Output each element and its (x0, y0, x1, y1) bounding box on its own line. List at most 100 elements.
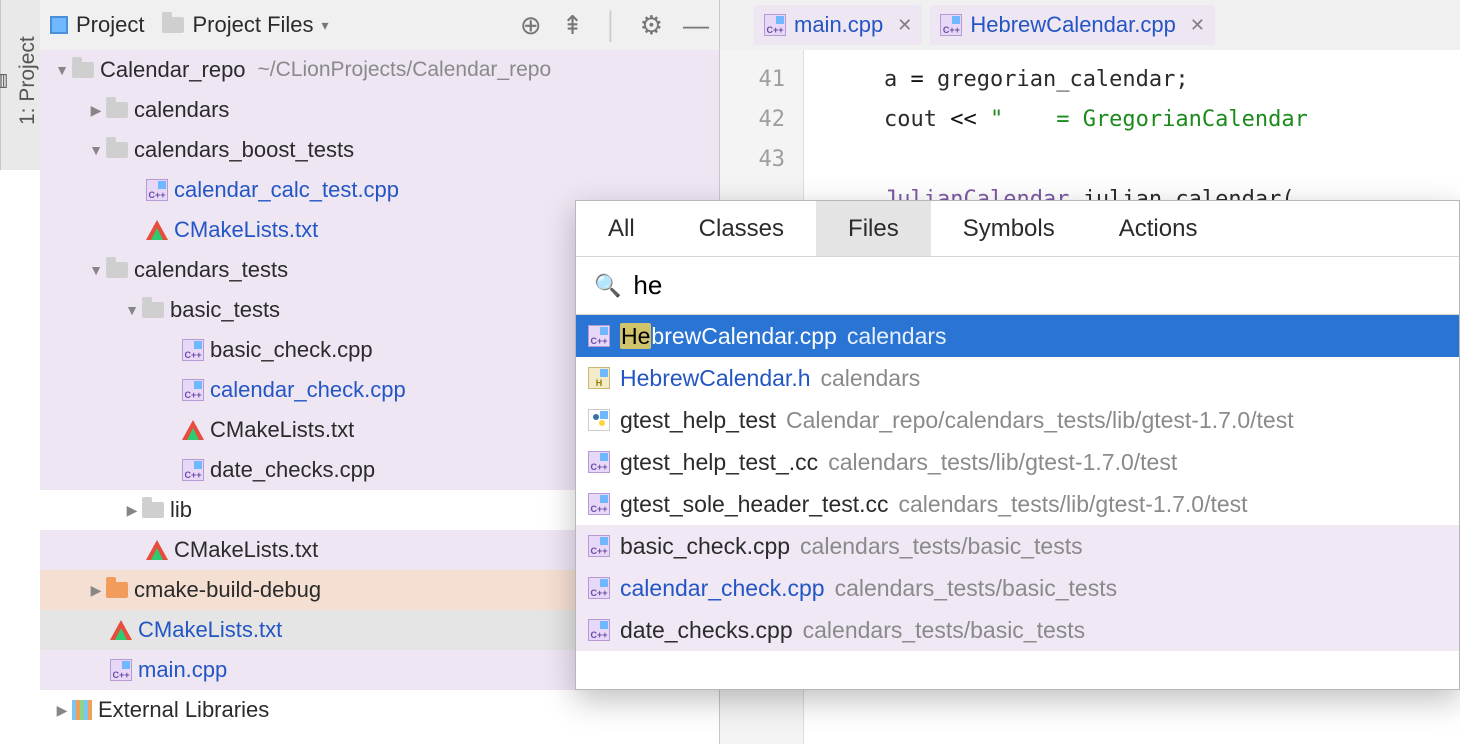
cpp-file-icon: C++ (588, 493, 610, 515)
tree-node-label: calendars_tests (134, 257, 288, 283)
search-result[interactable]: C++ date_checks.cpp calendars_tests/basi… (576, 609, 1459, 651)
result-location: calendars_tests/basic_tests (803, 617, 1086, 644)
folder-icon (106, 262, 128, 278)
code-area[interactable]: a = gregorian_calendar; cout << " = Greg… (804, 50, 1460, 220)
result-name: basic_check.cpp (620, 533, 790, 560)
search-result[interactable]: C++ gtest_help_test_.cc calendars_tests/… (576, 441, 1459, 483)
folder-icon (72, 62, 94, 78)
folder-icon (142, 302, 164, 318)
expand-arrow-icon[interactable]: ▼ (86, 142, 106, 158)
expand-arrow-icon[interactable]: ▶ (52, 702, 72, 719)
search-result[interactable]: gtest_help_test Calendar_repo/calendars_… (576, 399, 1459, 441)
cpp-file-icon: C++ (764, 14, 786, 36)
close-tab-icon[interactable]: ✕ (897, 15, 912, 36)
line-number: 42 (720, 100, 785, 140)
result-name: date_checks.cpp (620, 617, 793, 644)
result-location: calendars_tests/basic_tests (835, 575, 1118, 602)
tree-folder[interactable]: ▼ calendars_boost_tests (40, 130, 719, 170)
search-tab-symbols[interactable]: Symbols (931, 201, 1087, 256)
search-input[interactable] (633, 270, 1441, 301)
search-result[interactable]: C++ basic_check.cpp calendars_tests/basi… (576, 525, 1459, 567)
settings-gear-icon[interactable]: ⚙ (640, 10, 663, 41)
header-file-icon: H (588, 367, 610, 389)
search-field-row: 🔍 (576, 257, 1459, 315)
project-toolwindow-tab[interactable]: ▤ 1: Project (0, 0, 40, 170)
expand-arrow-icon[interactable]: ▼ (122, 302, 142, 318)
folder-icon (106, 142, 128, 158)
search-result[interactable]: H HebrewCalendar.h calendars (576, 357, 1459, 399)
cpp-file-icon: C++ (588, 325, 610, 347)
separator: │ (603, 10, 619, 41)
tree-node-label: cmake-build-debug (134, 577, 321, 603)
search-result[interactable]: C++ gtest_sole_header_test.cc calendars_… (576, 483, 1459, 525)
line-number: 41 (720, 60, 785, 100)
result-name: gtest_help_test_.cc (620, 449, 818, 476)
project-selector[interactable]: Project (50, 12, 144, 38)
expand-arrow-icon[interactable]: ▼ (86, 262, 106, 278)
tree-node-label: calendars (134, 97, 229, 123)
search-everywhere-popup: All Classes Files Symbols Actions 🔍 C++ … (575, 200, 1460, 690)
cpp-file-icon: C++ (182, 459, 204, 481)
project-glyph-icon: ▤ (0, 70, 10, 92)
close-tab-icon[interactable]: ✕ (1190, 15, 1205, 36)
tree-node-label: main.cpp (138, 657, 227, 683)
tree-node-label: CMakeLists.txt (174, 537, 318, 563)
cpp-file-icon: C++ (588, 451, 610, 473)
project-selector-label: Project (76, 12, 144, 38)
expand-arrow-icon[interactable]: ▶ (122, 502, 142, 519)
tree-root[interactable]: ▼ Calendar_repo ~/CLionProjects/Calendar… (40, 50, 719, 90)
project-tab-label: 1: Project (16, 37, 40, 126)
result-location: calendars (847, 323, 947, 350)
search-results: C++ HebrewCalendar.cpp calendars H Hebre… (576, 315, 1459, 689)
result-name: HebrewCalendar.h (620, 365, 811, 392)
tree-node-label: CMakeLists.txt (174, 217, 318, 243)
folder-icon (106, 102, 128, 118)
line-number: 43 (720, 140, 785, 180)
python-file-icon (588, 409, 610, 431)
expand-arrow-icon[interactable]: ▼ (52, 62, 72, 78)
collapse-all-icon[interactable]: ⇞ (562, 10, 584, 41)
result-location: calendars_tests/lib/gtest-1.7.0/test (828, 449, 1177, 476)
tree-node-label: calendar_calc_test.cpp (174, 177, 399, 203)
cpp-file-icon: C++ (940, 14, 962, 36)
locate-icon[interactable]: ⊕ (520, 10, 542, 41)
tree-node-label: basic_check.cpp (210, 337, 373, 363)
folder-excluded-icon (106, 582, 128, 598)
minimize-icon[interactable]: — (683, 10, 709, 41)
expand-arrow-icon[interactable]: ▶ (86, 582, 106, 599)
cpp-file-icon: C++ (110, 659, 132, 681)
tree-node-label: date_checks.cpp (210, 457, 375, 483)
search-tab-classes[interactable]: Classes (667, 201, 816, 256)
project-header: Project Project Files ▾ ⊕ ⇞ │ ⚙ — (40, 0, 720, 50)
result-name: calendar_check.cpp (620, 575, 825, 602)
cmake-file-icon (110, 620, 132, 640)
editor-tab[interactable]: C++ HebrewCalendar.cpp ✕ (930, 5, 1215, 45)
editor-tab-label: main.cpp (794, 12, 883, 38)
library-icon (72, 700, 92, 720)
search-result-selected[interactable]: C++ HebrewCalendar.cpp calendars (576, 315, 1459, 357)
cpp-file-icon: C++ (588, 577, 610, 599)
search-result[interactable]: C++ calendar_check.cpp calendars_tests/b… (576, 567, 1459, 609)
editor-tab[interactable]: C++ main.cpp ✕ (754, 5, 922, 45)
cpp-file-icon: C++ (588, 619, 610, 641)
tree-external-libs[interactable]: ▶ External Libraries (40, 690, 719, 730)
tree-node-label: lib (170, 497, 192, 523)
tree-node-label: External Libraries (98, 697, 269, 723)
tree-node-label: Calendar_repo (100, 57, 246, 83)
search-tabs: All Classes Files Symbols Actions (576, 201, 1459, 257)
search-tab-files[interactable]: Files (816, 201, 931, 256)
scope-selector[interactable]: Project Files ▾ (162, 12, 328, 38)
expand-arrow-icon[interactable]: ▶ (86, 102, 106, 119)
search-tab-actions[interactable]: Actions (1087, 201, 1230, 256)
result-location: calendars_tests/basic_tests (800, 533, 1083, 560)
cpp-file-icon: C++ (588, 535, 610, 557)
editor-tabs: C++ main.cpp ✕ C++ HebrewCalendar.cpp ✕ (720, 0, 1460, 50)
tree-node-label: basic_tests (170, 297, 280, 323)
search-icon: 🔍 (594, 273, 621, 299)
search-tab-all[interactable]: All (576, 201, 667, 256)
folder-icon (142, 502, 164, 518)
tree-folder[interactable]: ▶ calendars (40, 90, 719, 130)
cmake-file-icon (146, 540, 168, 560)
cmake-file-icon (182, 420, 204, 440)
project-scope-icon (50, 16, 68, 34)
